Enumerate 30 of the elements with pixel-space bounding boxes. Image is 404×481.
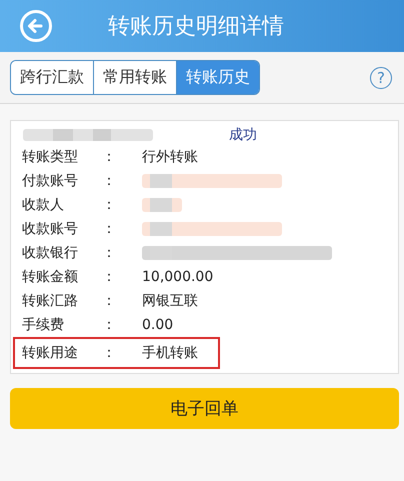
field-label: 收款人 [22, 196, 65, 214]
status-text: 成功 [229, 126, 257, 144]
field-value: 网银互联 [142, 292, 198, 310]
field-label: 收款账号 [22, 220, 79, 238]
colon: ： [102, 292, 117, 310]
colon: ： [102, 244, 117, 262]
redacted-value [142, 197, 182, 213]
field-label: 收款银行 [22, 244, 79, 262]
field-value: 行外转账 [142, 148, 198, 166]
field-label: 转账汇路 [22, 292, 79, 310]
field-value: 手机转账 [142, 344, 198, 362]
receipt-button[interactable]: 电子回单 [10, 388, 399, 429]
colon: ： [102, 344, 117, 362]
field-label: 转账金额 [22, 268, 79, 286]
field-label: 转账用途 [22, 344, 79, 362]
colon: ： [102, 172, 117, 190]
colon: ： [102, 316, 117, 334]
page-title: 转账历史明细详情 [108, 13, 284, 41]
field-label: 付款账号 [22, 172, 79, 190]
field-label: 转账类型 [22, 148, 79, 166]
colon: ： [102, 196, 117, 214]
back-icon[interactable] [19, 9, 53, 43]
field-value: 0.00 [142, 317, 174, 333]
field-value: 10,000.00 [142, 269, 214, 285]
tab[interactable]: 常用转账 [94, 61, 177, 94]
tab[interactable]: 跨行汇款 [11, 61, 94, 94]
colon: ： [102, 148, 117, 166]
colon: ： [102, 220, 117, 238]
field-label: 手续费 [22, 316, 65, 334]
colon: ： [102, 268, 117, 286]
